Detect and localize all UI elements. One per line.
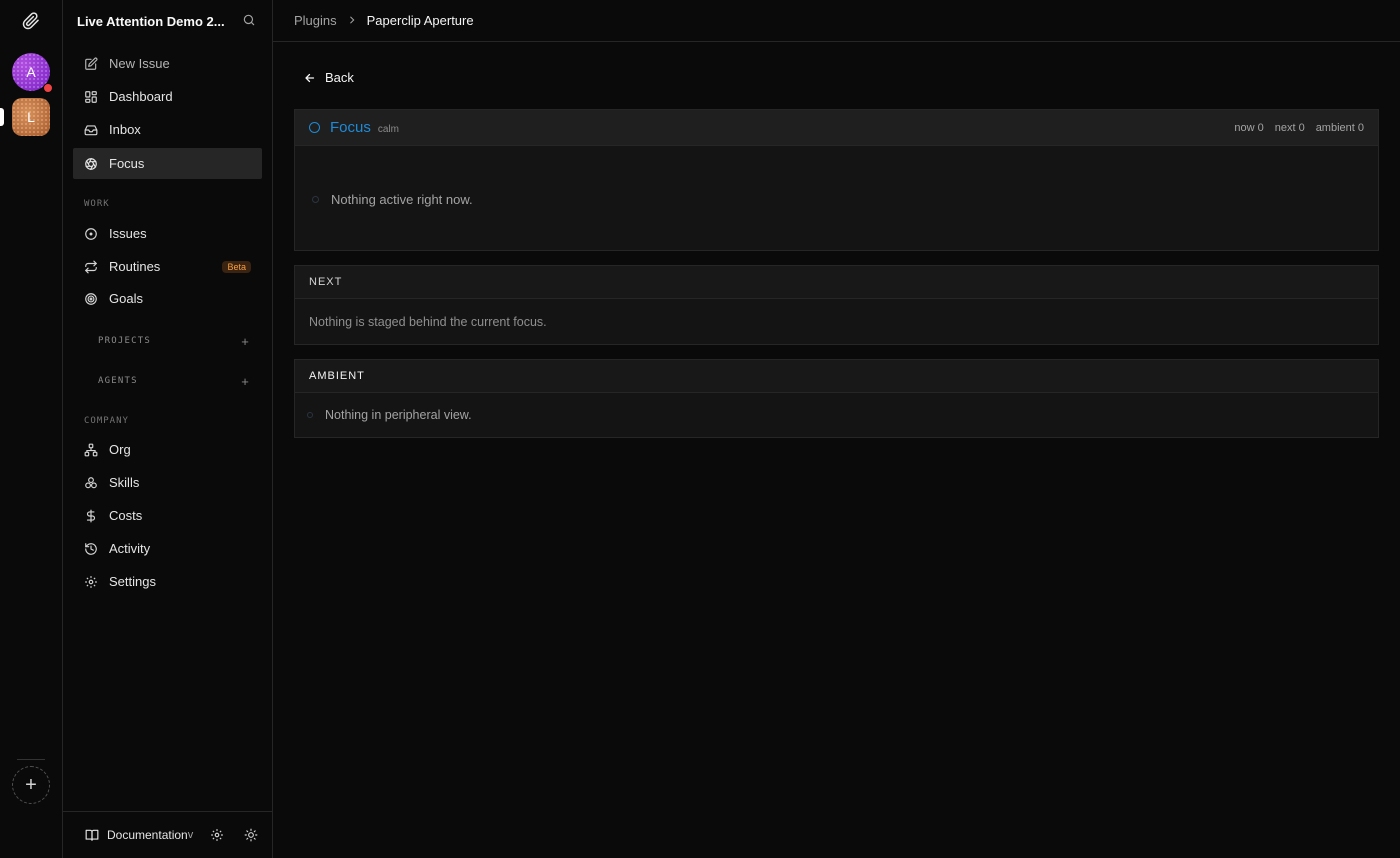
add-agent-plus-icon[interactable]: +: [241, 374, 250, 389]
sidebar-item-label: Skills: [109, 475, 140, 490]
sidebar-item-costs[interactable]: Costs: [73, 500, 262, 531]
sidebar-item-skills[interactable]: Skills: [73, 467, 262, 498]
section-label-company: COMPANY: [84, 416, 129, 426]
sidebar-item-routines[interactable]: Routines Beta: [73, 251, 262, 282]
sidebar-item-inbox[interactable]: Inbox: [73, 114, 262, 145]
add-company-button[interactable]: +: [12, 766, 50, 804]
sun-theme-icon[interactable]: [243, 827, 258, 843]
back-label: Back: [325, 70, 354, 85]
inbox-icon: [84, 123, 98, 137]
paperclip-logo-icon[interactable]: [20, 10, 42, 32]
focus-header: Focus calm now 0 next 0 ambient 0: [295, 110, 1378, 146]
next-empty-text: Nothing is staged behind the current foc…: [309, 315, 547, 329]
sidebar-item-new-issue[interactable]: New Issue: [73, 48, 262, 79]
sidebar-item-org[interactable]: Org: [73, 434, 262, 465]
sidebar-header: Live Attention Demo 2...: [63, 0, 272, 42]
sidebar-item-activity[interactable]: Activity: [73, 533, 262, 564]
settings-gear-icon[interactable]: [209, 827, 224, 843]
book-icon: [85, 828, 99, 842]
projects-group[interactable]: PROJECTS +: [98, 333, 250, 349]
sidebar-item-label: Routines: [109, 259, 161, 274]
chevron-right-icon: [347, 14, 357, 28]
next-heading: NEXT: [295, 266, 1378, 299]
history-icon: [84, 542, 98, 556]
empty-ring-icon: [312, 196, 319, 203]
sidebar-item-focus[interactable]: Focus: [73, 148, 262, 179]
breadcrumb: Plugins Paperclip Aperture: [273, 0, 1400, 42]
arrow-left-icon: [304, 72, 316, 84]
avatar-initial: A: [26, 64, 36, 80]
sidebar-item-dashboard[interactable]: Dashboard: [73, 81, 262, 112]
ambient-panel: AMBIENT Nothing in peripheral view.: [294, 359, 1379, 438]
sidebar-item-label: Focus: [109, 156, 145, 171]
stat-ambient: ambient 0: [1315, 121, 1364, 134]
sidebar-item-label: Settings: [109, 574, 156, 589]
plus-icon: +: [25, 773, 37, 796]
add-project-plus-icon[interactable]: +: [241, 334, 250, 349]
ambient-empty-text: Nothing in peripheral view.: [325, 408, 472, 422]
sidebar-item-issues[interactable]: Issues: [73, 218, 262, 249]
back-button[interactable]: Back: [304, 70, 354, 85]
section-label-work: WORK: [84, 199, 110, 209]
sidebar-item-goals[interactable]: Goals: [73, 283, 262, 314]
sidebar-item-label: Issues: [109, 226, 147, 241]
sidebar-item-label: Goals: [109, 291, 143, 306]
next-panel: NEXT Nothing is staged behind the curren…: [294, 265, 1379, 345]
documentation-link[interactable]: Documentation: [107, 828, 188, 842]
focus-mode: calm: [377, 124, 399, 135]
boxes-icon: [84, 476, 98, 490]
circle-dot-icon: [84, 227, 98, 241]
beta-badge: Beta: [222, 260, 251, 273]
sidebar-item-label: New Issue: [109, 56, 170, 71]
sidebar-item-label: Costs: [109, 508, 143, 523]
main-content: Plugins Paperclip Aperture Back Focus ca…: [273, 0, 1400, 858]
focus-empty-text: Nothing active right now.: [331, 192, 473, 207]
sidebar-item-label: Org: [109, 442, 131, 457]
empty-ring-icon: [307, 412, 313, 418]
agents-label: AGENTS: [98, 376, 138, 386]
stat-now: now 0: [1234, 121, 1264, 134]
gear-icon: [84, 575, 98, 589]
notification-dot: [43, 83, 53, 93]
app-root: A L + Live Attention Demo 2... New Issue…: [0, 0, 1400, 858]
agents-group[interactable]: AGENTS +: [98, 373, 250, 389]
pencil-square-icon: [84, 57, 98, 71]
sidebar-item-label: Activity: [109, 541, 151, 556]
active-company-indicator: [0, 108, 4, 126]
aperture-icon: [84, 157, 98, 171]
focus-panel: Focus calm now 0 next 0 ambient 0 Nothin…: [294, 109, 1379, 251]
layout-grid-icon: [84, 90, 98, 104]
focus-ring-icon: [309, 122, 320, 133]
focus-empty-state: Nothing active right now.: [312, 192, 473, 207]
sidebar-item-settings[interactable]: Settings: [73, 566, 262, 597]
sidebar-item-label: Dashboard: [109, 89, 173, 104]
org-chart-icon: [84, 443, 98, 457]
ambient-heading: AMBIENT: [295, 360, 1378, 393]
repeat-icon: [84, 260, 98, 274]
target-icon: [84, 292, 98, 306]
breadcrumb-plugins[interactable]: Plugins: [294, 13, 337, 28]
version-label: v: [187, 829, 194, 841]
projects-label: PROJECTS: [98, 336, 151, 346]
focus-stats: now 0 next 0 ambient 0: [1223, 122, 1364, 134]
search-icon[interactable]: [242, 13, 258, 29]
sidebar-item-label: Inbox: [109, 122, 141, 137]
avatar-initial: L: [27, 109, 35, 125]
sidebar: Live Attention Demo 2... New Issue Dashb…: [63, 0, 273, 858]
company-name[interactable]: Live Attention Demo 2...: [77, 14, 242, 29]
breadcrumb-current: Paperclip Aperture: [366, 13, 474, 28]
focus-title: Focus: [330, 119, 371, 136]
dollar-icon: [84, 509, 98, 523]
company-rail: A L +: [0, 0, 63, 858]
sidebar-footer: Documentation v: [63, 811, 272, 858]
stat-next: next 0: [1274, 121, 1305, 134]
rail-divider: [17, 759, 45, 760]
ambient-empty-state: Nothing in peripheral view.: [295, 393, 1378, 437]
company-avatar-l[interactable]: L: [12, 98, 50, 136]
